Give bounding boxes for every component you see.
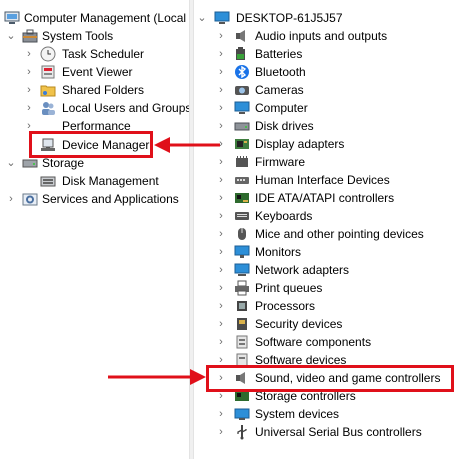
disk-drive-icon	[234, 118, 250, 134]
bluetooth-icon	[234, 64, 250, 80]
chevron-right-icon[interactable]: ›	[216, 261, 226, 279]
computer-icon	[234, 100, 250, 116]
event-viewer-icon	[40, 64, 56, 80]
ide-controller-icon	[234, 190, 250, 206]
tree-item-label: Monitors	[255, 245, 302, 259]
monitor-icon	[234, 244, 250, 260]
console-tree-pane: Computer Management (Local ⌄ System Tool…	[0, 0, 189, 459]
chevron-right-icon[interactable]: ›	[216, 81, 226, 99]
computer-management-icon	[4, 10, 20, 26]
chevron-right-icon[interactable]: ›	[216, 63, 226, 81]
chevron-right-icon[interactable]: ›	[216, 27, 226, 45]
software-component-icon	[234, 334, 250, 350]
sound-controllers-highlight-box	[206, 365, 454, 392]
computer-icon	[214, 10, 230, 26]
security-device-icon	[234, 316, 250, 332]
mouse-icon	[234, 226, 250, 242]
camera-icon	[234, 82, 250, 98]
chevron-right-icon[interactable]: ›	[24, 45, 34, 63]
chevron-right-icon[interactable]: ›	[216, 297, 226, 315]
keyboard-icon	[234, 208, 250, 224]
tree-item-label: DESKTOP-61J5J57	[236, 11, 343, 25]
device-tree-pane: ⌄ DESKTOP-61J5J57 › Audio inputs and outp…	[194, 0, 466, 459]
tree-item-label: Mice and other pointing devices	[255, 227, 424, 241]
tree-item-label: Cameras	[255, 83, 304, 97]
tree-item-label: Event Viewer	[62, 65, 133, 79]
tree-item-label: Disk drives	[255, 119, 314, 133]
printer-icon	[234, 280, 250, 296]
chevron-right-icon[interactable]: ›	[24, 99, 34, 117]
speaker-icon	[234, 28, 250, 44]
tree-item-label: Display adapters	[255, 137, 345, 151]
chevron-right-icon[interactable]: ›	[216, 207, 226, 225]
tree-item-label: Processors	[255, 299, 316, 313]
chevron-right-icon[interactable]: ›	[216, 45, 226, 63]
arrow-to-device-manager	[154, 137, 220, 153]
chevron-right-icon[interactable]: ›	[216, 315, 226, 333]
chevron-right-icon[interactable]: ›	[24, 63, 34, 81]
shared-folder-icon	[40, 82, 56, 98]
disk-management-icon	[40, 173, 56, 189]
chevron-right-icon[interactable]: ›	[216, 99, 226, 117]
display-adapter-icon	[234, 136, 250, 152]
chevron-right-icon[interactable]: ›	[216, 225, 226, 243]
battery-icon	[234, 46, 250, 62]
tree-item-label: System devices	[255, 407, 340, 421]
device-manager-highlight-box	[29, 131, 153, 158]
tree-item-label: Firmware	[255, 155, 305, 169]
chevron-right-icon[interactable]: ›	[6, 190, 16, 208]
tree-item-label: Audio inputs and outputs	[255, 29, 388, 43]
chevron-down-icon[interactable]: ⌄	[6, 27, 16, 45]
tree-item-label: Software components	[255, 335, 372, 349]
chevron-right-icon[interactable]: ›	[216, 405, 226, 423]
tree-item-label: Services and Applications	[42, 192, 179, 206]
toolbox-icon	[22, 28, 38, 44]
tree-item-label: Task Scheduler	[62, 47, 145, 61]
tree-item-label: Bluetooth	[255, 65, 306, 79]
tree-item-label: Print queues	[255, 281, 323, 295]
tree-item-label: Security devices	[255, 317, 343, 331]
chevron-right-icon[interactable]: ›	[216, 171, 226, 189]
tree-item-label: IDE ATA/ATAPI controllers	[255, 191, 395, 205]
chevron-down-icon[interactable]: ⌄	[6, 154, 16, 172]
tree-item-label: Computer Management (Local	[24, 11, 187, 25]
system-device-icon	[234, 406, 250, 422]
processor-icon	[234, 298, 250, 314]
tree-item-label: Keyboards	[255, 209, 313, 223]
tree-item-label: Computer	[255, 101, 308, 115]
users-icon	[40, 100, 56, 116]
tree-item-label: Disk Management	[62, 174, 159, 188]
usb-icon	[234, 424, 250, 440]
services-icon	[22, 191, 38, 207]
tree-item-label: Shared Folders	[62, 83, 145, 97]
tree-item-label: Universal Serial Bus controllers	[255, 425, 422, 439]
chevron-right-icon[interactable]: ›	[216, 423, 226, 441]
network-adapter-icon	[234, 262, 250, 278]
tree-item-label: Batteries	[255, 47, 303, 61]
firmware-icon	[234, 154, 250, 170]
hid-icon	[234, 172, 250, 188]
chevron-right-icon[interactable]: ›	[24, 81, 34, 99]
chevron-right-icon[interactable]: ›	[216, 279, 226, 297]
arrow-to-sound-controllers	[108, 369, 206, 385]
chevron-down-icon[interactable]: ⌄	[197, 9, 207, 27]
chevron-right-icon[interactable]: ›	[216, 243, 226, 261]
tree-item-label: Network adapters	[255, 263, 350, 277]
chevron-right-icon[interactable]: ›	[216, 333, 226, 351]
clock-icon	[40, 46, 56, 62]
chevron-right-icon[interactable]: ›	[216, 117, 226, 135]
tree-item-label: Local Users and Groups	[62, 101, 189, 115]
chevron-right-icon[interactable]: ›	[216, 189, 226, 207]
tree-item-label: System Tools	[42, 29, 114, 43]
tree-item-label: Human Interface Devices	[255, 173, 390, 187]
